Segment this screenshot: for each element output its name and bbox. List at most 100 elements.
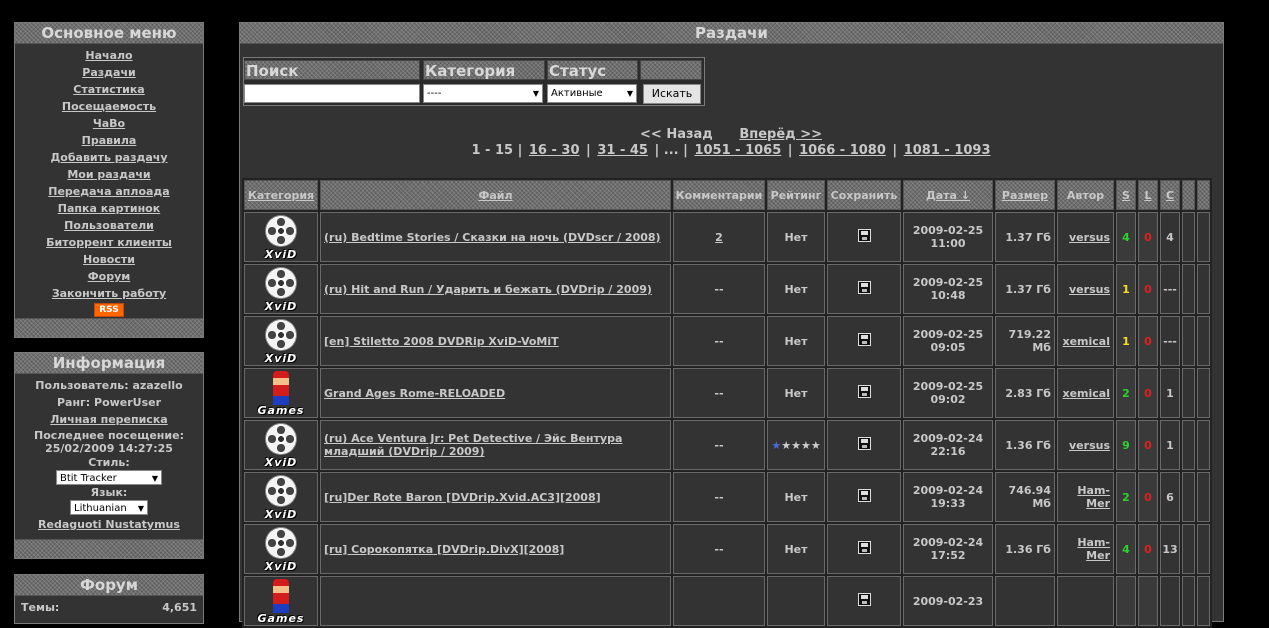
torrent-link[interactable]: [ru] Сорокопятка [DVDrip.DivX][2008] (324, 543, 564, 556)
comments-cell: -- (673, 316, 765, 366)
date-time: 11:00 (930, 237, 966, 250)
torrent-link[interactable]: (ru) Ace Ventura Jr: Pet Detective / Эйс… (324, 432, 622, 458)
category-select[interactable]: ---- ▼ (423, 84, 543, 103)
col-file[interactable]: Файл (320, 180, 671, 210)
torrent-link[interactable]: (ru) Bedtime Stories / Сказки на ночь (D… (324, 231, 661, 244)
save-floppy-icon[interactable] (857, 541, 871, 554)
menu-item-users[interactable]: Пользователи (15, 217, 203, 234)
comments-link[interactable]: 2 (715, 231, 723, 244)
leechers-cell: 0 (1138, 368, 1158, 418)
pager-page[interactable]: 1051 - 1065 (694, 143, 781, 158)
menu-item-forum[interactable]: Форум (15, 268, 203, 285)
menu-item-torrents[interactable]: Раздачи (15, 64, 203, 81)
xvid-category-icon[interactable]: XviD (251, 473, 311, 521)
menu-item-home[interactable]: Начало (15, 47, 203, 64)
comments-value: -- (714, 386, 724, 400)
author-link[interactable]: versus (1069, 439, 1110, 452)
menu-item-upload-transfer[interactable]: Передача аплоада (15, 183, 203, 200)
main-menu-list: Начало Раздачи Статистика Посещаемость Ч… (15, 44, 203, 317)
xvid-category-icon[interactable]: XviD (251, 213, 311, 261)
pager-page[interactable]: 1081 - 1093 (904, 143, 991, 158)
menu-item-upload[interactable]: Добавить раздачу (15, 149, 203, 166)
col-category[interactable]: Категория (244, 180, 318, 210)
leechers-value[interactable]: 0 (1144, 491, 1152, 504)
private-messages-link[interactable]: Личная переписка (15, 411, 203, 428)
leechers-value[interactable]: 0 (1144, 543, 1152, 556)
save-floppy-icon[interactable] (857, 385, 871, 398)
author-link[interactable]: xemical (1062, 335, 1110, 348)
pager-ellipsis: ... (663, 143, 679, 158)
menu-item-logout[interactable]: Закончить работу (15, 285, 203, 302)
pager-next[interactable]: Вперёд >> (739, 127, 822, 142)
col-size[interactable]: Размер (995, 180, 1055, 210)
torrent-link[interactable]: [ru]Der Rote Baron [DVDrip.Xvid.AC3][200… (324, 491, 601, 504)
author-link[interactable]: Ham-Mer (1077, 536, 1110, 562)
search-form: Поиск Категория Статус ---- ▼ Активные ▼… (243, 57, 705, 106)
torrent-link[interactable]: [en] Stiletto 2008 DVDRip XviD-VoMiT (324, 335, 559, 348)
seeders-cell: 1 (1116, 316, 1136, 366)
menu-item-rules[interactable]: Правила (15, 132, 203, 149)
games-category-icon[interactable]: Games (251, 577, 311, 625)
leechers-value[interactable]: 0 (1144, 387, 1152, 400)
xvid-category-icon[interactable]: XviD (251, 265, 311, 313)
col-seeders[interactable]: S (1116, 180, 1136, 210)
pager-page[interactable]: 16 - 30 (529, 143, 580, 158)
table-row: XviD [ru] Сорокопятка [DVDrip.DivX][2008]… (244, 524, 1210, 574)
author-link[interactable]: versus (1069, 231, 1110, 244)
menu-item-image-folder[interactable]: Папка картинок (15, 200, 203, 217)
search-input[interactable] (244, 84, 420, 103)
author-link[interactable]: Ham-Mer (1077, 484, 1110, 510)
seeders-value[interactable]: 2 (1122, 387, 1130, 400)
extra-cell (1182, 368, 1195, 418)
save-floppy-icon[interactable] (857, 333, 871, 346)
language-label: Язык: (90, 486, 128, 499)
menu-item-bittorrent-clients[interactable]: Биторрент клиенты (15, 234, 203, 251)
col-completed[interactable]: C (1160, 180, 1180, 210)
status-header: Статус (547, 60, 638, 80)
games-category-icon[interactable]: Games (251, 369, 311, 417)
leechers-value[interactable]: 0 (1144, 231, 1152, 244)
seeders-value[interactable]: 1 (1122, 335, 1130, 348)
xvid-category-icon[interactable]: XviD (251, 317, 311, 365)
menu-item-news[interactable]: Новости (15, 251, 203, 268)
save-floppy-icon[interactable] (857, 489, 871, 502)
leechers-value[interactable]: 0 (1144, 335, 1152, 348)
date-cell: 2009-02-23 (903, 576, 993, 626)
torrent-link[interactable]: (ru) Hit and Run / Ударить и бежать (DVD… (324, 283, 652, 296)
xvid-category-icon[interactable]: XviD (251, 525, 311, 573)
seeders-value[interactable]: 9 (1122, 439, 1130, 452)
search-button[interactable]: Искать (643, 84, 701, 104)
leechers-value[interactable]: 0 (1144, 439, 1152, 452)
author-link[interactable]: versus (1069, 283, 1110, 296)
torrent-link[interactable]: Grand Ages Rome-RELOADED (324, 387, 505, 400)
seeders-value[interactable]: 2 (1122, 491, 1130, 504)
menu-item-my-torrents[interactable]: Мои раздачи (15, 166, 203, 183)
style-select[interactable]: Btit Tracker ▼ (56, 470, 162, 485)
xvid-category-icon[interactable]: XviD (251, 421, 311, 469)
rss-button[interactable]: RSS (94, 303, 124, 317)
edit-settings-link[interactable]: Redaguoti Nustatymus (15, 517, 203, 533)
info-footer (15, 539, 203, 558)
star-icon: ★ (781, 438, 792, 452)
size-value: 1.37 Гб (1005, 282, 1051, 296)
completed-cell (1160, 576, 1180, 626)
col-date[interactable]: Дата ↓ (903, 180, 993, 210)
seeders-value[interactable]: 4 (1122, 543, 1130, 556)
save-floppy-icon[interactable] (857, 437, 871, 450)
author-link[interactable]: xemical (1062, 387, 1110, 400)
pager-page[interactable]: 31 - 45 (597, 143, 648, 158)
extra-cell (1182, 264, 1195, 314)
col-leechers[interactable]: L (1138, 180, 1158, 210)
menu-item-attendance[interactable]: Посещаемость (15, 98, 203, 115)
menu-item-faq[interactable]: ЧаВо (15, 115, 203, 132)
leechers-value[interactable]: 0 (1144, 283, 1152, 296)
menu-item-statistics[interactable]: Статистика (15, 81, 203, 98)
seeders-value[interactable]: 4 (1122, 231, 1130, 244)
seeders-value[interactable]: 1 (1122, 283, 1130, 296)
save-floppy-icon[interactable] (857, 229, 871, 242)
save-floppy-icon[interactable] (857, 593, 871, 606)
language-select[interactable]: Lithuanian ▼ (70, 500, 148, 515)
status-select[interactable]: Активные ▼ (547, 84, 637, 103)
save-floppy-icon[interactable] (857, 281, 871, 294)
pager-page[interactable]: 1066 - 1080 (799, 143, 886, 158)
